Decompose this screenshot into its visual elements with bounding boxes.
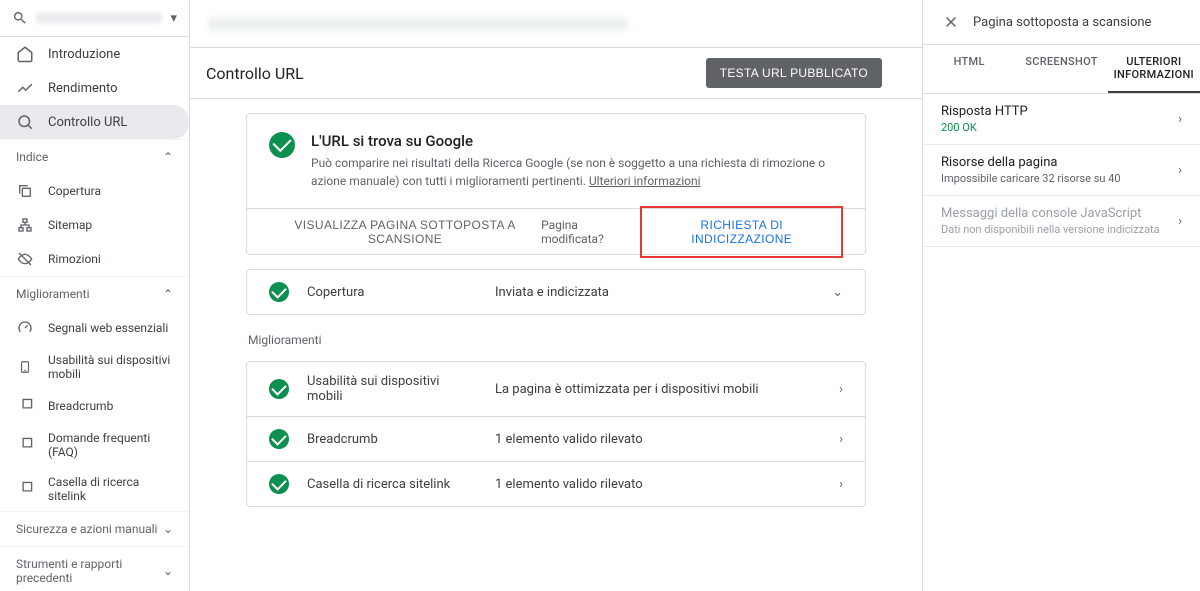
visibility-off-icon	[16, 250, 34, 268]
panel-title: Pagina sottoposta a scansione	[973, 15, 1151, 30]
check-circle-icon	[269, 474, 289, 494]
property-url-blurred	[36, 13, 162, 23]
section-miglioramenti[interactable]: Miglioramenti ⌃	[0, 276, 189, 311]
home-icon	[16, 45, 34, 63]
inspected-url-blurred	[208, 18, 628, 30]
nav-introduzione[interactable]: Introduzione	[0, 37, 189, 71]
search-icon	[12, 10, 28, 26]
improvements-card: Usabilità sui dispositivi mobili La pagi…	[246, 361, 866, 507]
tab-more-info[interactable]: ULTERIORI INFORMAZIONI	[1108, 45, 1200, 93]
chevron-right-icon: ›	[839, 477, 843, 492]
request-indexing-button[interactable]: RICHIESTA DI INDICIZZAZIONE	[640, 206, 843, 258]
chevron-right-icon: ›	[1178, 112, 1182, 127]
chevron-up-icon: ⌃	[163, 150, 173, 164]
close-icon[interactable]	[941, 12, 961, 32]
coverage-card: Copertura Inviata e indicizzata ⌄	[246, 269, 866, 315]
nav-segnali-web[interactable]: Segnali web essenziali	[0, 311, 189, 345]
tab-screenshot[interactable]: SCREENSHOT	[1015, 45, 1107, 93]
copy-icon	[16, 182, 34, 200]
nav-rimozioni[interactable]: Rimozioni	[0, 242, 189, 276]
details-panel: Pagina sottoposta a scansione HTML SCREE…	[922, 0, 1200, 591]
chevron-right-icon: ›	[839, 432, 843, 447]
chevron-right-icon: ›	[839, 382, 843, 397]
chevron-right-icon: ›	[1178, 214, 1182, 229]
js-console-row: Messaggi della console JavaScript Dati n…	[923, 196, 1200, 247]
tag-icon	[16, 436, 34, 454]
page-modified-label: Pagina modificata?	[541, 218, 634, 246]
inspect-icon	[16, 113, 34, 131]
speed-icon	[16, 319, 34, 337]
url-status-card: L'URL si trova su Google Può comparire n…	[246, 113, 866, 255]
check-circle-icon	[269, 282, 289, 302]
chevron-down-icon: ⌄	[163, 522, 173, 536]
url-search-bar[interactable]	[190, 0, 922, 48]
check-circle-icon	[269, 379, 289, 399]
nav-label: Introduzione	[48, 47, 120, 62]
nav-controllo-url[interactable]: Controllo URL	[0, 105, 189, 139]
row-value: Inviata e indicizzata	[495, 285, 814, 300]
chevron-up-icon: ⌃	[163, 287, 173, 301]
dropdown-icon: ▾	[170, 11, 177, 26]
page-header: Controllo URL TESTA URL PUBBLICATO	[190, 48, 922, 99]
coverage-row[interactable]: Copertura Inviata e indicizzata ⌄	[247, 270, 865, 314]
status-description: Può comparire nei risultati della Ricerc…	[311, 154, 831, 190]
nav-rendimento[interactable]: Rendimento	[0, 71, 189, 105]
page-title: Controllo URL	[206, 64, 304, 83]
check-circle-icon	[269, 429, 289, 449]
improvements-heading: Miglioramenti	[248, 333, 866, 347]
chevron-down-icon: ⌄	[832, 285, 843, 300]
page-resources-row[interactable]: Risorse della pagina Impossibile caricar…	[923, 145, 1200, 196]
section-indice[interactable]: Indice ⌃	[0, 139, 189, 174]
section-strumenti[interactable]: Strumenti e rapporti precedenti ⌄	[0, 546, 189, 591]
panel-tabs: HTML SCREENSHOT ULTERIORI INFORMAZIONI	[923, 45, 1200, 94]
tab-html[interactable]: HTML	[923, 45, 1015, 93]
test-live-url-button[interactable]: TESTA URL PUBBLICATO	[706, 58, 882, 88]
improvement-row-breadcrumb[interactable]: Breadcrumb 1 elemento valido rilevato ›	[247, 416, 865, 461]
nav-label: Rendimento	[48, 81, 118, 96]
nav-breadcrumb[interactable]: Breadcrumb	[0, 389, 189, 423]
more-info-link[interactable]: Ulteriori informazioni	[589, 174, 701, 188]
improvement-row-sitelink[interactable]: Casella di ricerca sitelink 1 elemento v…	[247, 461, 865, 506]
nav-label: Controllo URL	[48, 115, 127, 130]
section-sicurezza[interactable]: Sicurezza e azioni manuali ⌄	[0, 511, 189, 546]
nav-copertura[interactable]: Copertura	[0, 174, 189, 208]
improvement-row-mobile[interactable]: Usabilità sui dispositivi mobili La pagi…	[247, 362, 865, 416]
view-scanned-page-button[interactable]: VISUALIZZA PAGINA SOTTOPOSTA A SCANSIONE	[269, 218, 541, 246]
main-content: Controllo URL TESTA URL PUBBLICATO L'URL…	[190, 0, 922, 591]
nav-sitemap[interactable]: Sitemap	[0, 208, 189, 242]
sitemap-icon	[16, 216, 34, 234]
row-label: Copertura	[307, 285, 477, 300]
http-response-row[interactable]: Risposta HTTP 200 OK ›	[923, 94, 1200, 145]
chevron-right-icon: ›	[1178, 163, 1182, 178]
mobile-icon	[16, 358, 34, 376]
tag-icon	[16, 480, 34, 498]
check-circle-icon	[269, 132, 295, 158]
sidebar: ▾ Introduzione Rendimento Controllo URL …	[0, 0, 190, 591]
nav-casella-ricerca[interactable]: Casella di ricerca sitelink	[0, 467, 189, 511]
tag-icon	[16, 397, 34, 415]
chart-line-icon	[16, 79, 34, 97]
nav-faq[interactable]: Domande frequenti (FAQ)	[0, 423, 189, 467]
status-title: L'URL si trova su Google	[311, 132, 831, 150]
chevron-down-icon: ⌄	[163, 564, 173, 578]
nav-usabilita-mobile[interactable]: Usabilità sui dispositivi mobili	[0, 345, 189, 389]
property-selector[interactable]: ▾	[0, 0, 189, 37]
